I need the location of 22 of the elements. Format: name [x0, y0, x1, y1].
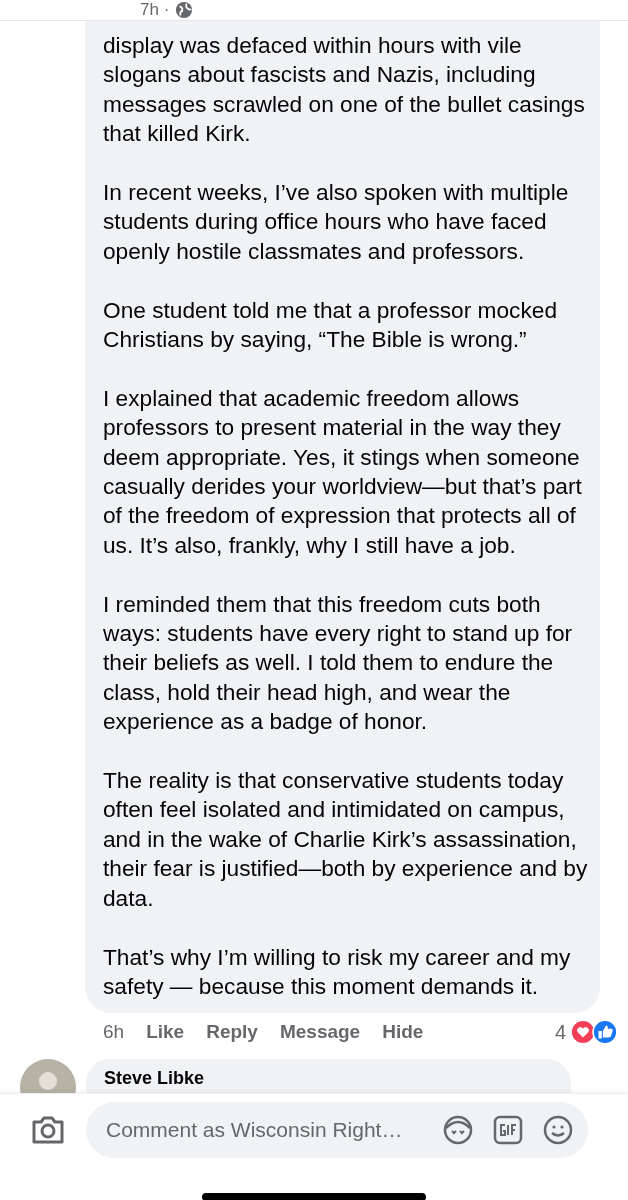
thumbs-up-icon — [592, 1019, 618, 1046]
comment-author[interactable]: Steve Libke — [104, 1068, 205, 1089]
comment-action-link[interactable]: Message — [279, 1021, 361, 1044]
comment-field[interactable]: Comment as Wisconsin Right… — [86, 1102, 588, 1159]
camera-icon[interactable] — [30, 1114, 66, 1147]
comment-paragraph: In recent weeks, I’ve also spoken with multiple students during office hours who have faced openly hostile classmates and professors. — [103, 178, 570, 266]
comment-paragraph: That’s why I’m willing to risk my career and my safety — because this moment demands it. — [103, 942, 572, 1001]
emoji-icon[interactable] — [542, 1114, 574, 1147]
comment-paragraph: The reality is that conservative students today often feel isolated and intimidated on campus, and in the wake of Charlie Kirk’s assassination, their fear is justified—both by experience and by data. — [103, 766, 588, 913]
comment-paragraph: display was defaced within hours with vile slogans about fascists and Nazis, including messages scrawled on one of the bullet casings that killed Kirk. — [103, 31, 586, 149]
comment-paragraph: One student told me that a professor mocked Christians by saying, “The Bible is wrong.” — [103, 295, 558, 355]
comment-paragraph: I reminded them that this freedom cuts both ways: students have every right to stand up for their beliefs as well. I told them to endure the class, hold their head high, and wear the experience as a badge of honor. — [103, 589, 574, 737]
gif-icon[interactable] — [492, 1114, 524, 1147]
comment-action-link[interactable]: Like — [146, 1021, 185, 1044]
avatar-sticker-icon[interactable] — [442, 1114, 474, 1147]
comment-input-field[interactable]: Comment as Wisconsin Right… — [104, 1117, 424, 1144]
post-time: 7h · — [140, 0, 170, 20]
comment-action-link[interactable]: Hide — [382, 1021, 424, 1044]
comment-paragraph: I explained that academic freedom allows professors to present material in the way they deem appropriate. Yes, it stings when someone casually derides your worldview—but that’s part of the freedom of expression that protects all of us. It’s also, frankly, why I still have a job. — [103, 383, 583, 560]
comment-time: 6h — [103, 1021, 125, 1044]
comment-action-link[interactable]: Reply — [206, 1021, 258, 1044]
reaction-count: 4 — [554, 1020, 566, 1044]
